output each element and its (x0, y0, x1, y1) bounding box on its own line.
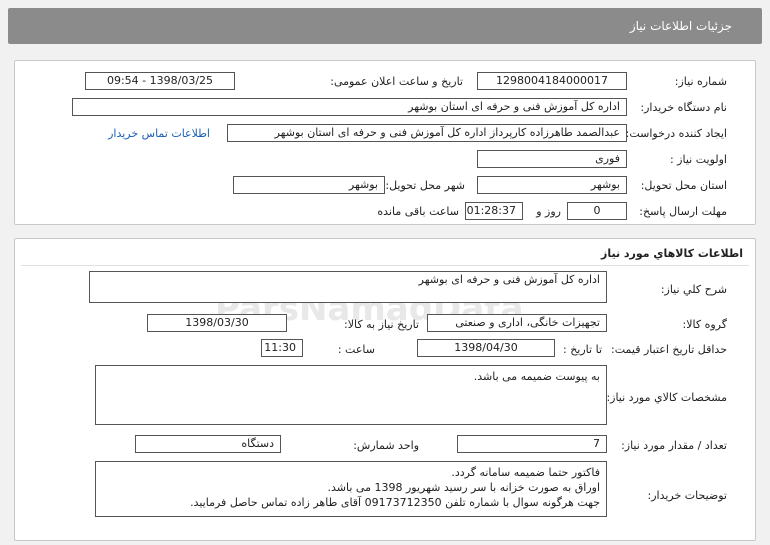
requester-label: ایجاد کننده درخواست: (625, 127, 727, 140)
buyer-note-line: جهت هرگونه سوال با شماره تلفن 0917371235… (190, 496, 600, 509)
delivery-province-field[interactable]: بوشهر (477, 176, 627, 194)
quantity-field[interactable]: 7 (457, 435, 607, 453)
goods-group-field[interactable]: تجهیزات خانگی، اداری و صنعتی (427, 314, 607, 332)
page-title: جزئیات اطلاعات نیاز (629, 19, 732, 33)
hour-label: ساعت : (337, 343, 375, 356)
priority-label: اولویت نیاز : (669, 153, 727, 166)
goods-info-panel: ParsNamadData اطلاعات کالاهاي مورد نياز … (14, 238, 756, 541)
general-desc-label: شرح کلي نياز: (660, 283, 727, 296)
goods-group-label: گروه کالا: (682, 318, 727, 331)
buyer-contact-link[interactable]: اطلاعات تماس خریدار (108, 127, 210, 140)
buyer-notes-label: توضیحات خریدار: (647, 489, 728, 502)
announce-datetime-field[interactable]: 1398/03/25 - 09:54 (85, 72, 235, 90)
need-date-field[interactable]: 1398/03/30 (147, 314, 287, 332)
remaining-label: ساعت باقی مانده (377, 205, 459, 218)
general-desc-field[interactable]: اداره کل آموزش فنی و حرفه ای بوشهر (89, 271, 607, 303)
buyer-notes-field[interactable]: فاکتور حتما ضمیمه سامانه گردد. اوراق به … (95, 461, 607, 517)
need-number-field[interactable]: 1298004184000017 (477, 72, 627, 90)
days-label: روز و (536, 205, 561, 218)
specs-label: مشخصات کالاي مورد نياز: (606, 391, 727, 404)
until-date-field[interactable]: 1398/04/30 (417, 339, 555, 357)
hour-field[interactable]: 11:30 (261, 339, 303, 357)
section-divider (21, 265, 749, 266)
delivery-city-field[interactable]: بوشهر (233, 176, 385, 194)
delivery-city-label: شهر محل تحویل: (385, 179, 465, 192)
buyer-org-label: نام دستگاه خریدار: (640, 101, 727, 114)
deadline-days-field[interactable]: 0 (567, 202, 627, 220)
title-bar: جزئیات اطلاعات نیاز (8, 8, 762, 44)
priority-field[interactable]: فوری (477, 150, 627, 168)
buyer-note-line: اوراق به صورت خزانه با سر رسید شهریور 13… (327, 481, 600, 494)
buyer-org-field[interactable]: اداره کل آموزش فنی و حرفه ای استان بوشهر (72, 98, 627, 116)
deadline-label: مهلت ارسال پاسخ: (639, 205, 727, 218)
deadline-time-field[interactable]: 01:28:37 (465, 202, 523, 220)
need-info-panel: شماره نیاز: 1298004184000017 تاریخ و ساع… (14, 60, 756, 225)
need-date-label: تاریخ نیاز به کالا: (344, 318, 419, 331)
price-validity-label: حداقل تاریخ اعتبار قیمت: (611, 343, 727, 356)
buyer-note-line: فاکتور حتما ضمیمه سامانه گردد. (451, 466, 600, 479)
announce-datetime-label: تاریخ و ساعت اعلان عمومی: (330, 75, 463, 88)
quantity-label: تعداد / مقدار مورد نیاز: (621, 439, 727, 452)
delivery-province-label: استان محل تحویل: (640, 179, 727, 192)
unit-label: واحد شمارش: (353, 439, 419, 452)
specs-field[interactable]: به پیوست ضمیمه می باشد. (95, 365, 607, 425)
goods-section-title: اطلاعات کالاهاي مورد نياز (601, 247, 743, 260)
need-number-label: شماره نیاز: (674, 75, 727, 88)
until-date-label: تا تاریخ : (563, 343, 602, 356)
unit-field[interactable]: دستگاه (135, 435, 281, 453)
requester-field[interactable]: عبدالصمد طاهرزاده کارپرداز اداره کل آموز… (227, 124, 627, 142)
